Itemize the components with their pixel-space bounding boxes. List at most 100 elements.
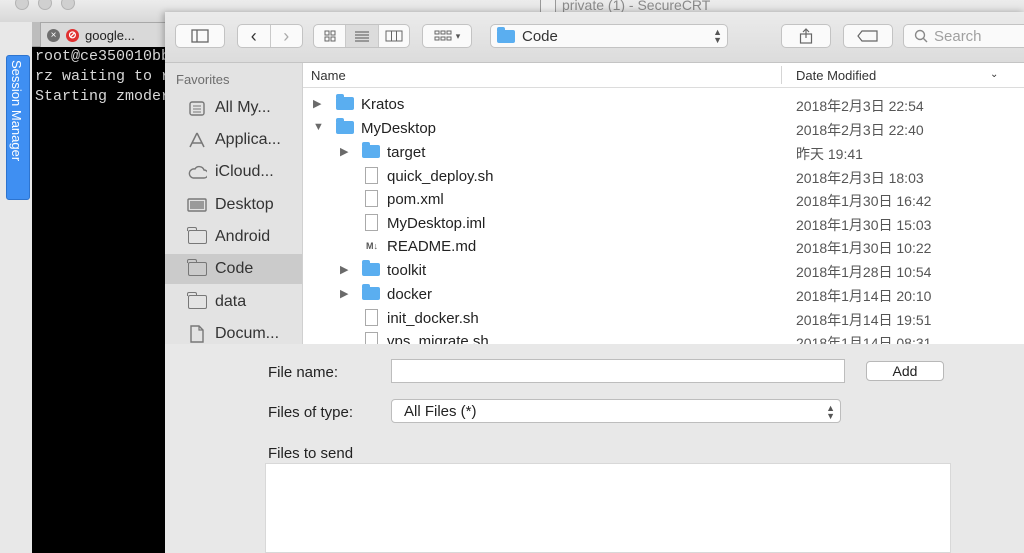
markdown-file-icon: M↓ bbox=[366, 241, 378, 251]
disclosure-expanded-icon[interactable]: ▼ bbox=[313, 121, 324, 133]
folder-path-popup[interactable]: Code ▲ ▼ bbox=[490, 24, 728, 48]
file-date: 2018年2月3日 22:54 bbox=[796, 98, 924, 114]
file-row-readme[interactable]: M↓ README.md 2018年1月30日 10:22 bbox=[303, 234, 1024, 258]
forward-button[interactable]: › bbox=[271, 25, 303, 47]
updown-chevron-icon: ▲ ▼ bbox=[826, 403, 835, 421]
sidebar-item-code[interactable]: Code bbox=[165, 254, 302, 284]
terminal-line: Starting zmoder bbox=[35, 88, 171, 105]
file-row-mydesktop[interactable]: ▼ MyDesktop 2018年2月3日 22:40 bbox=[303, 116, 1024, 140]
sidebar-item-android[interactable]: Android bbox=[165, 222, 302, 252]
files-of-type-label: Files of type: bbox=[268, 404, 354, 421]
file-name: toolkit bbox=[387, 262, 427, 279]
file-row-init-docker[interactable]: init_docker.sh 2018年1月14日 19:51 bbox=[303, 306, 1024, 330]
session-manager-tab[interactable]: Session Manager bbox=[6, 55, 30, 200]
file-name: MyDesktop bbox=[361, 120, 437, 137]
file-icon bbox=[365, 309, 378, 326]
sidebar-item-label: Applica... bbox=[215, 131, 281, 148]
sidebar-item-label: iCloud... bbox=[215, 163, 274, 180]
file-name: quick_deploy.sh bbox=[387, 168, 494, 185]
list-icon bbox=[354, 31, 369, 42]
add-button[interactable]: Add bbox=[866, 361, 944, 381]
files-to-send-list[interactable] bbox=[265, 463, 951, 553]
terminal-line: rz waiting to r bbox=[35, 68, 171, 85]
file-date: 2018年1月28日 10:54 bbox=[796, 264, 932, 280]
file-name: Kratos bbox=[361, 96, 405, 113]
sidebar-item-documents[interactable]: Docum... bbox=[165, 319, 302, 344]
file-date: 2018年2月3日 22:40 bbox=[796, 122, 924, 138]
applications-icon bbox=[187, 131, 207, 149]
file-row-mydesktop-iml[interactable]: MyDesktop.iml 2018年1月30日 15:03 bbox=[303, 211, 1024, 235]
grid-icon bbox=[324, 30, 336, 42]
file-list: Name Date Modified ⌄ ▶ Kratos 2018年2月3日 … bbox=[303, 63, 1024, 344]
file-row-toolkit[interactable]: ▶ toolkit 2018年1月28日 10:54 bbox=[303, 258, 1024, 282]
folder-icon bbox=[362, 142, 380, 158]
disclosure-collapsed-icon[interactable]: ▶ bbox=[340, 287, 348, 300]
files-of-type-value: All Files (*) bbox=[404, 402, 477, 420]
file-row-target[interactable]: ▶ target 昨天 19:41 bbox=[303, 140, 1024, 164]
terminal-line: root@ce350010bb bbox=[35, 48, 171, 65]
file-icon bbox=[365, 332, 378, 344]
sidebar-toggle-button[interactable] bbox=[175, 24, 225, 48]
disclosure-collapsed-icon[interactable]: ▶ bbox=[340, 263, 348, 276]
file-date: 2018年1月14日 08:31 bbox=[796, 335, 932, 344]
sidebar-item-icloud[interactable]: iCloud... bbox=[165, 157, 302, 187]
zoom-window-button[interactable] bbox=[61, 0, 75, 10]
file-name: vps_migrate.sh bbox=[387, 333, 489, 344]
navigation-buttons: ‹ › bbox=[237, 24, 303, 48]
file-list-header: Name Date Modified ⌄ bbox=[303, 63, 1024, 88]
column-view-button[interactable] bbox=[379, 25, 409, 47]
session-manager-strip: Session Manager bbox=[0, 22, 33, 553]
tag-button[interactable] bbox=[843, 24, 893, 48]
file-open-dialog: ‹ › ▾ Code ▲ ▼ Search Favorites All My..… bbox=[165, 12, 1024, 553]
updown-chevron-icon: ▲ ▼ bbox=[713, 27, 722, 45]
disclosure-collapsed-icon[interactable]: ▶ bbox=[313, 97, 321, 110]
cloud-icon bbox=[187, 163, 207, 181]
column-divider[interactable] bbox=[781, 66, 782, 84]
folder-icon bbox=[187, 292, 207, 311]
sidebar-item-label: Android bbox=[215, 228, 271, 245]
minimize-window-button[interactable] bbox=[38, 0, 52, 10]
terminal-output[interactable]: root@ce350010bb rz waiting to r Starting… bbox=[32, 47, 175, 553]
file-name: init_docker.sh bbox=[387, 310, 479, 327]
folder-icon bbox=[336, 118, 354, 134]
arrange-button[interactable]: ▾ bbox=[422, 24, 472, 48]
sidebar-item-label: Code bbox=[215, 260, 254, 277]
disconnected-icon: ⊘ bbox=[66, 28, 79, 42]
documents-icon bbox=[187, 325, 207, 343]
file-row-vps-migrate[interactable]: vps_migrate.sh 2018年1月14日 08:31 bbox=[303, 329, 1024, 344]
file-date: 2018年1月30日 15:03 bbox=[796, 217, 932, 233]
file-name-input[interactable] bbox=[391, 359, 845, 383]
column-header-date-modified[interactable]: Date Modified bbox=[796, 68, 876, 83]
sidebar-item-applications[interactable]: Applica... bbox=[165, 125, 302, 155]
view-mode-buttons bbox=[313, 24, 410, 48]
column-header-name[interactable]: Name bbox=[311, 68, 346, 83]
file-row-quick-deploy[interactable]: quick_deploy.sh 2018年2月3日 18:03 bbox=[303, 164, 1024, 188]
dialog-toolbar: ‹ › ▾ Code ▲ ▼ Search bbox=[165, 12, 1024, 63]
back-button[interactable]: ‹ bbox=[238, 25, 271, 47]
session-tab-title: google... bbox=[85, 27, 135, 43]
folder-icon bbox=[362, 284, 380, 300]
icon-view-button[interactable] bbox=[314, 25, 347, 47]
file-row-docker[interactable]: ▶ docker 2018年1月14日 20:10 bbox=[303, 282, 1024, 306]
sidebar-item-label: Docum... bbox=[215, 325, 280, 342]
send-options-panel: File name: Add Files of type: All Files … bbox=[165, 344, 1024, 553]
disclosure-collapsed-icon[interactable]: ▶ bbox=[340, 145, 348, 158]
desktop-icon bbox=[187, 196, 207, 214]
close-icon[interactable]: × bbox=[47, 28, 60, 42]
file-date: 昨天 19:41 bbox=[796, 146, 863, 162]
files-of-type-select[interactable]: All Files (*) ▲ ▼ bbox=[391, 399, 841, 423]
file-row-kratos[interactable]: ▶ Kratos 2018年2月3日 22:54 bbox=[303, 92, 1024, 116]
folder-icon bbox=[187, 259, 207, 278]
search-field[interactable]: Search bbox=[903, 24, 1024, 48]
folder-icon bbox=[187, 227, 207, 246]
sidebar-item-data[interactable]: data bbox=[165, 287, 302, 317]
sidebar-item-desktop[interactable]: Desktop bbox=[165, 190, 302, 220]
file-row-pom[interactable]: pom.xml 2018年1月30日 16:42 bbox=[303, 187, 1024, 211]
search-placeholder: Search bbox=[934, 27, 982, 45]
share-button[interactable] bbox=[781, 24, 831, 48]
list-view-button[interactable] bbox=[346, 25, 379, 47]
folder-icon bbox=[497, 26, 515, 43]
file-icon bbox=[365, 167, 378, 184]
close-window-button[interactable] bbox=[15, 0, 29, 10]
sidebar-item-all-my-files[interactable]: All My... bbox=[165, 93, 302, 123]
